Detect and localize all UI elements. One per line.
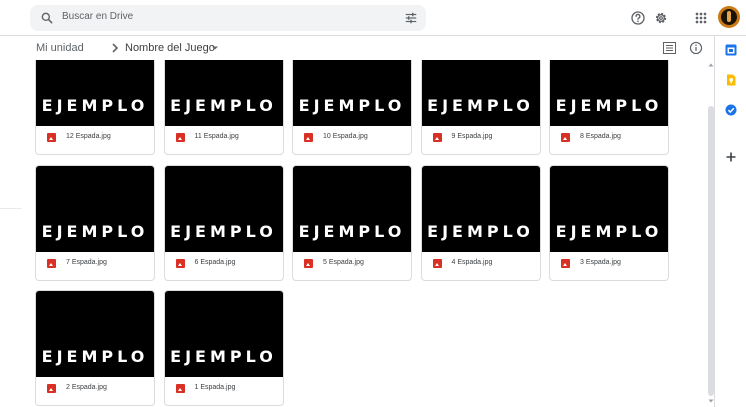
file-card[interactable]: EJEMPLO 9 Espada.jpg bbox=[420, 60, 541, 155]
image-file-icon bbox=[47, 259, 56, 268]
breadcrumb-root[interactable]: Mi unidad bbox=[36, 42, 84, 54]
file-card[interactable]: EJEMPLO 5 Espada.jpg bbox=[292, 165, 412, 281]
left-sidebar-edge bbox=[0, 36, 24, 407]
file-meta[interactable]: 12 Espada.jpg bbox=[36, 126, 154, 150]
search-input[interactable]: Buscar en Drive bbox=[62, 11, 133, 22]
image-file-icon bbox=[304, 133, 313, 142]
file-card[interactable]: EJEMPLO 10 Espada.jpg bbox=[292, 60, 412, 155]
image-file-icon bbox=[561, 259, 570, 268]
file-thumbnail[interactable]: EJEMPLO bbox=[36, 166, 154, 252]
tasks-icon[interactable] bbox=[725, 104, 737, 116]
file-name: 3 Espada.jpg bbox=[580, 259, 621, 266]
file-meta[interactable]: 5 Espada.jpg bbox=[293, 252, 411, 276]
file-thumbnail[interactable]: EJEMPLO bbox=[36, 60, 154, 126]
file-meta[interactable]: 4 Espada.jpg bbox=[422, 252, 540, 276]
thumbnail-text: EJEMPLO bbox=[170, 222, 277, 241]
add-icon[interactable] bbox=[725, 151, 737, 163]
file-thumbnail[interactable]: EJEMPLO bbox=[421, 166, 540, 252]
file-meta[interactable]: 8 Espada.jpg bbox=[550, 126, 668, 150]
account-avatar[interactable] bbox=[718, 6, 740, 28]
top-bar: Buscar en Drive bbox=[0, 0, 746, 36]
thumbnail-text: EJEMPLO bbox=[170, 96, 277, 115]
file-card[interactable]: EJEMPLO 3 Espada.jpg bbox=[549, 165, 669, 281]
chevron-right-icon bbox=[112, 43, 119, 53]
file-name: 5 Espada.jpg bbox=[323, 259, 364, 266]
file-thumbnail[interactable]: EJEMPLO bbox=[164, 166, 283, 252]
file-name: 12 Espada.jpg bbox=[66, 133, 111, 140]
thumbnail-text: EJEMPLO bbox=[41, 222, 149, 241]
calendar-icon[interactable] bbox=[725, 44, 737, 56]
thumbnail-text: EJEMPLO bbox=[427, 222, 534, 241]
file-card[interactable]: EJEMPLO 1 Espada.jpg bbox=[163, 290, 284, 406]
avatar-figure bbox=[727, 11, 731, 22]
thumbnail-text: EJEMPLO bbox=[298, 222, 406, 241]
image-file-icon bbox=[432, 133, 442, 142]
thumbnail-text: EJEMPLO bbox=[41, 96, 149, 115]
file-card[interactable]: EJEMPLO 11 Espada.jpg bbox=[163, 60, 284, 155]
search-box[interactable]: Buscar en Drive bbox=[30, 5, 426, 31]
file-grid: EJEMPLO 12 Espada.jpg EJEMPLO 11 Espada.jpg… bbox=[24, 60, 707, 407]
file-name: 2 Espada.jpg bbox=[66, 384, 107, 391]
tune-icon[interactable] bbox=[404, 11, 418, 25]
file-meta[interactable]: 7 Espada.jpg bbox=[36, 252, 154, 276]
file-name: 6 Espada.jpg bbox=[194, 259, 236, 266]
image-file-icon bbox=[47, 133, 56, 142]
file-name: 10 Espada.jpg bbox=[323, 133, 368, 140]
keep-icon[interactable] bbox=[725, 74, 737, 86]
file-meta[interactable]: 2 Espada.jpg bbox=[36, 377, 154, 401]
image-file-icon bbox=[432, 259, 442, 268]
image-file-icon bbox=[175, 384, 185, 393]
file-thumbnail[interactable]: EJEMPLO bbox=[164, 60, 283, 126]
image-file-icon bbox=[47, 384, 56, 393]
file-card[interactable]: EJEMPLO 7 Espada.jpg bbox=[35, 165, 155, 281]
file-name: 8 Espada.jpg bbox=[580, 133, 621, 140]
image-file-icon bbox=[175, 133, 185, 142]
apps-grid-icon[interactable] bbox=[693, 10, 709, 26]
breadcrumb-current-folder[interactable]: Nombre del Juego bbox=[125, 42, 215, 54]
thumbnail-text: EJEMPLO bbox=[298, 96, 406, 115]
image-file-icon bbox=[304, 259, 313, 268]
file-card[interactable]: EJEMPLO 2 Espada.jpg bbox=[35, 290, 155, 406]
file-meta[interactable]: 6 Espada.jpg bbox=[165, 252, 283, 276]
side-panel bbox=[714, 36, 746, 407]
image-file-icon bbox=[175, 259, 185, 268]
file-name: 9 Espada.jpg bbox=[451, 133, 493, 140]
file-meta[interactable]: 3 Espada.jpg bbox=[550, 252, 668, 276]
file-card[interactable]: EJEMPLO 4 Espada.jpg bbox=[420, 165, 541, 281]
thumbnail-text: EJEMPLO bbox=[555, 222, 663, 241]
file-meta[interactable]: 10 Espada.jpg bbox=[293, 126, 411, 150]
file-thumbnail[interactable]: EJEMPLO bbox=[164, 291, 283, 377]
thumbnail-text: EJEMPLO bbox=[427, 96, 534, 115]
file-card[interactable]: EJEMPLO 6 Espada.jpg bbox=[163, 165, 284, 281]
sidebar-divider bbox=[0, 208, 22, 209]
list-view-icon[interactable] bbox=[663, 42, 676, 54]
file-name: 7 Espada.jpg bbox=[66, 259, 107, 266]
breadcrumb: Mi unidad Nombre del Juego bbox=[24, 36, 714, 60]
file-name: 11 Espada.jpg bbox=[194, 133, 239, 140]
file-thumbnail[interactable]: EJEMPLO bbox=[293, 166, 411, 252]
file-thumbnail[interactable]: EJEMPLO bbox=[36, 291, 154, 377]
file-card[interactable]: EJEMPLO 12 Espada.jpg bbox=[35, 60, 155, 155]
file-thumbnail[interactable]: EJEMPLO bbox=[293, 60, 411, 126]
image-file-icon bbox=[561, 133, 570, 142]
search-icon[interactable] bbox=[40, 11, 54, 25]
file-name: 4 Espada.jpg bbox=[451, 259, 493, 266]
file-thumbnail[interactable]: EJEMPLO bbox=[550, 166, 668, 252]
file-name: 1 Espada.jpg bbox=[194, 384, 236, 391]
file-meta[interactable]: 1 Espada.jpg bbox=[165, 377, 283, 401]
thumbnail-text: EJEMPLO bbox=[41, 347, 149, 366]
thumbnail-text: EJEMPLO bbox=[170, 347, 277, 366]
info-icon[interactable] bbox=[689, 41, 703, 55]
settings-icon[interactable] bbox=[653, 10, 669, 26]
file-thumbnail[interactable]: EJEMPLO bbox=[421, 60, 540, 126]
file-meta[interactable]: 9 Espada.jpg bbox=[422, 126, 540, 150]
file-card[interactable]: EJEMPLO 8 Espada.jpg bbox=[549, 60, 669, 155]
file-meta[interactable]: 11 Espada.jpg bbox=[165, 126, 283, 150]
thumbnail-text: EJEMPLO bbox=[555, 96, 663, 115]
file-thumbnail[interactable]: EJEMPLO bbox=[550, 60, 668, 126]
caret-down-icon[interactable] bbox=[211, 44, 219, 52]
help-icon[interactable] bbox=[630, 10, 646, 26]
